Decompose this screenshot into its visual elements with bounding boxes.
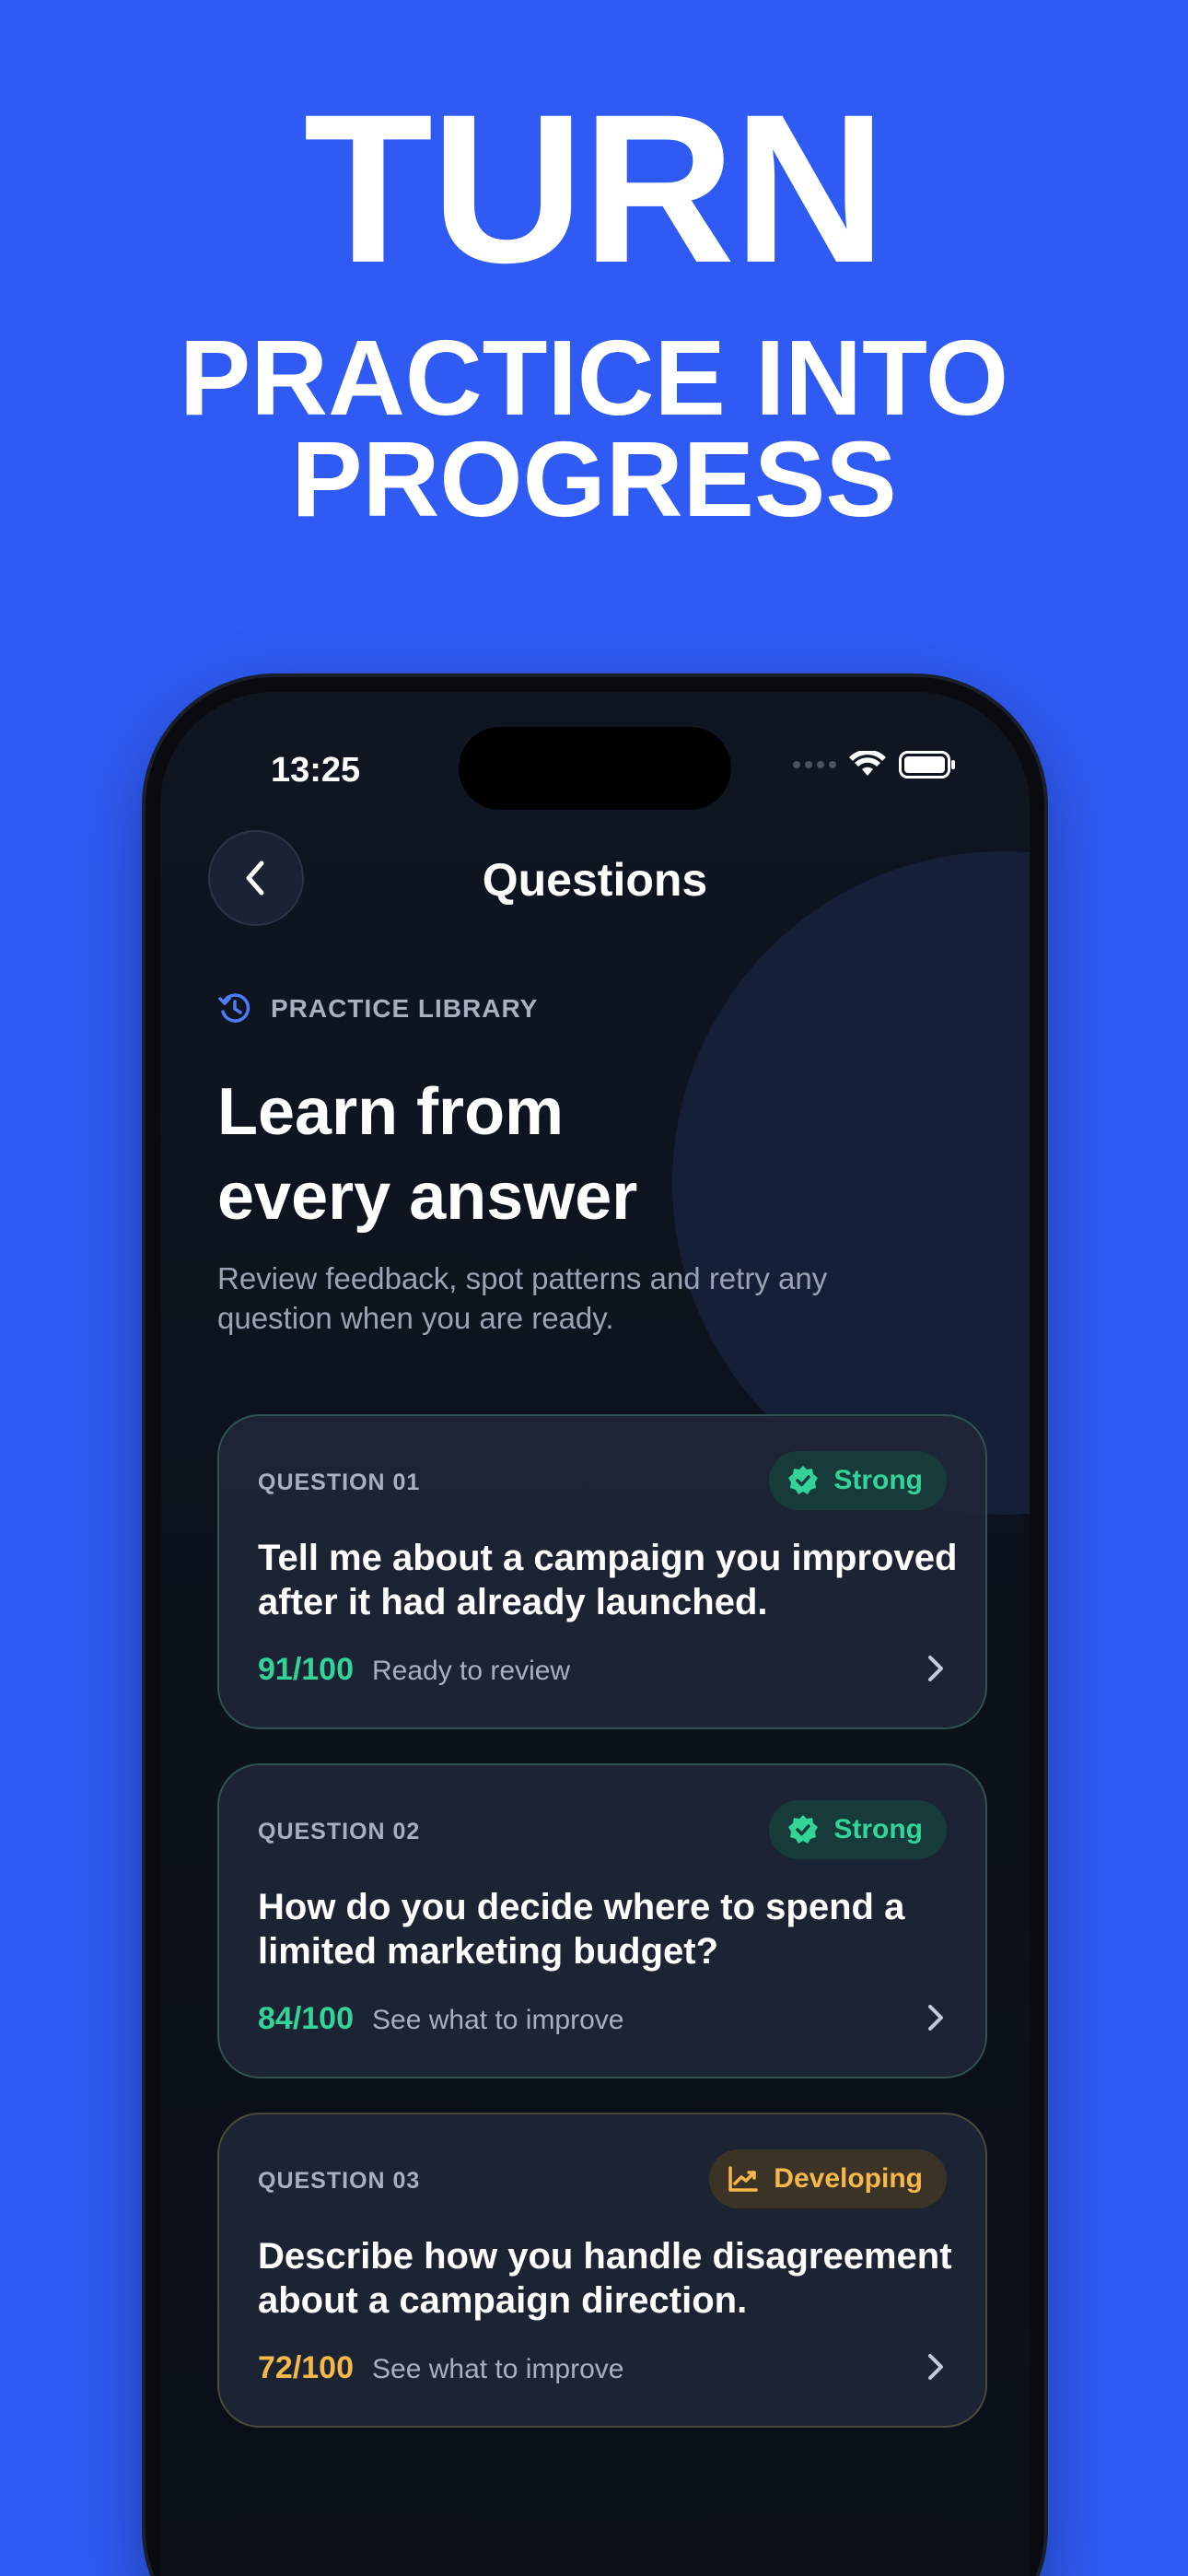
phone-frame: 13:25 Questions PRACTICE LIBRARY Learn f… — [146, 677, 1044, 2576]
hint-text: Ready to review — [372, 1656, 571, 1686]
phone-screen: 13:25 Questions PRACTICE LIBRARY Learn f… — [160, 692, 1030, 2576]
hint-text: See what to improve — [372, 2354, 624, 2384]
hint-text: See what to improve — [372, 2005, 624, 2035]
history-icon — [218, 993, 250, 1023]
question-text: Describe how you handle disagreement abo… — [258, 2234, 958, 2323]
headline-line-2: PROGRESS — [291, 419, 897, 539]
badge-label: Strong — [833, 1814, 923, 1844]
question-number: QUESTION 01 — [258, 1469, 421, 1495]
question-card[interactable]: QUESTION 03 Developing Describe how you … — [217, 2113, 987, 2428]
question-line-1: Tell me about a campaign you improved — [258, 1538, 958, 1578]
score: 91/100 — [258, 1652, 354, 1687]
question-text: Tell me about a campaign you improved af… — [258, 1536, 958, 1624]
hero-subtitle: Review feedback, spot patterns and retry… — [217, 1259, 936, 1338]
eyebrow-label: PRACTICE LIBRARY — [271, 994, 539, 1023]
question-line-2: about a campaign direction. — [258, 2280, 748, 2321]
status-badge: Developing — [709, 2149, 947, 2208]
verified-check-icon — [788, 1466, 819, 1494]
chevron-right-icon — [928, 2354, 943, 2380]
question-text: How do you decide where to spend a limit… — [258, 1885, 958, 1973]
status-badge: Strong — [769, 1800, 947, 1859]
question-number: QUESTION 02 — [258, 1819, 421, 1844]
hero-subtitle-line-1: Review feedback, spot patterns and retry… — [217, 1261, 828, 1295]
question-line-2: after it had already launched. — [258, 1582, 768, 1622]
headline-turn: TURN — [303, 70, 887, 307]
question-card[interactable]: QUESTION 02 Strong How do you decide whe… — [217, 1763, 987, 2078]
chevron-right-icon — [928, 1656, 943, 1681]
hero-title-line-1: Learn from — [217, 1075, 565, 1149]
page-title: Questions — [482, 854, 708, 906]
battery-icon — [899, 751, 955, 779]
status-time: 13:25 — [271, 751, 361, 790]
headline-line-1: PRACTICE INTO — [179, 318, 1009, 438]
score: 84/100 — [258, 2001, 354, 2036]
score: 72/100 — [258, 2350, 354, 2385]
card-footer: 84/100 See what to improve — [258, 2001, 623, 2037]
question-line-2: limited marketing budget? — [258, 1931, 719, 1972]
status-icons — [793, 751, 956, 779]
trending-up-icon — [728, 2166, 759, 2192]
headline-subtitle: PRACTICE INTO PROGRESS — [0, 318, 1188, 539]
card-footer: 72/100 See what to improve — [258, 2350, 623, 2386]
badge-label: Developing — [774, 2163, 923, 2194]
status-badge: Strong — [769, 1451, 947, 1510]
question-line-1: Describe how you handle disagreement — [258, 2236, 952, 2277]
question-line-1: How do you decide where to spend a — [258, 1887, 905, 1927]
question-number: QUESTION 03 — [258, 2168, 421, 2194]
section-eyebrow: PRACTICE LIBRARY — [217, 991, 538, 1026]
dynamic-island — [459, 727, 731, 810]
hero-subtitle-line-2: question when you are ready. — [217, 1301, 614, 1335]
verified-check-icon — [788, 1815, 819, 1844]
signal-icon — [793, 761, 836, 768]
card-footer: 91/100 Ready to review — [258, 1652, 570, 1688]
hero-title: Learn from every answer — [217, 1070, 733, 1239]
wifi-icon — [849, 751, 886, 776]
badge-label: Strong — [833, 1465, 923, 1495]
hero-title-line-2: every answer — [217, 1160, 638, 1234]
chevron-right-icon — [928, 2005, 943, 2031]
question-card[interactable]: QUESTION 01 Strong Tell me about a campa… — [217, 1414, 987, 1729]
